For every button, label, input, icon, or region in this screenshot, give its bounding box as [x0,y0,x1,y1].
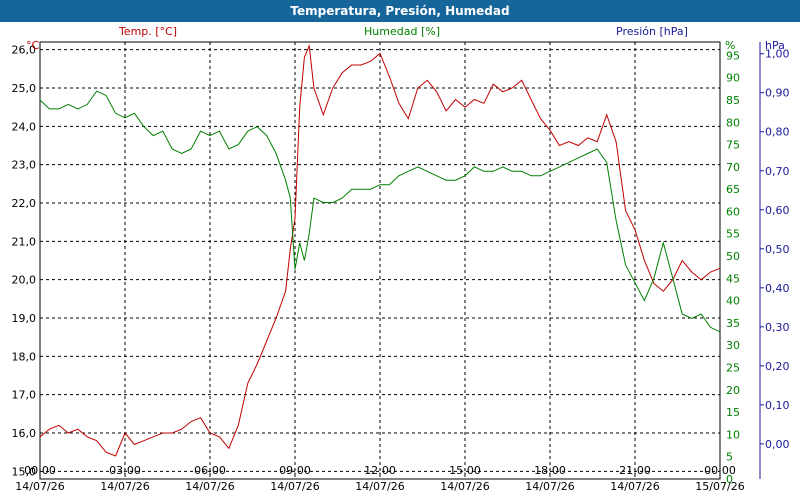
temp-tick-label: 25,0 [12,82,37,95]
legend-hum: Humedad [%] [364,25,440,38]
temp-tick-label: 23,0 [12,159,37,172]
hum-tick-label: 20 [726,384,740,397]
x-tick-date: 14/07/26 [270,480,319,493]
chart: 15,016,017,018,019,020,021,022,023,024,0… [12,25,790,493]
pres-tick-label: 0,70 [765,165,790,178]
pressure-axis: 0,00 0,10 0,20 0,30 0,40 0,50 0,60 0,70 0,80 0,90… [760,48,790,451]
hum-tick-label: 15 [726,406,740,419]
x-tick-date: 14/07/26 [100,480,149,493]
hum-tick-label: 35 [726,317,740,330]
x-tick-date: 14/07/26 [185,480,234,493]
temp-tick-label: 17,0 [12,389,37,402]
temp-tick-label: 24,0 [12,120,37,133]
temp-tick-label: 19,0 [12,312,37,325]
hum-tick-label: 60 [726,205,740,218]
x-tick-date: 14/07/26 [440,480,489,493]
hum-tick-label: 50 [726,250,740,263]
hum-tick-label: 10 [726,428,740,441]
x-tick-time: 18:00 [534,464,566,477]
pres-tick-label: 0,80 [765,126,790,139]
temp-tick-label: 16,0 [12,427,37,440]
hum-tick-label: 25 [726,362,740,375]
x-tick-time: 15:00 [449,464,481,477]
x-tick-time: 12:00 [364,464,396,477]
pres-tick-label: 0,90 [765,87,790,100]
pres-tick-label: 0,10 [765,399,790,412]
temp-tick-label: 18,0 [12,350,37,363]
x-tick-time: 06:00 [194,464,226,477]
temp-axis: 15,016,017,018,019,020,021,022,023,024,0… [12,44,37,479]
hum-tick-label: 80 [726,116,740,129]
hum-tick-label: 70 [726,161,740,174]
temp-tick-label: 20,0 [12,274,37,287]
pres-tick-label: 0,60 [765,204,790,217]
window-title: Temperatura, Presión, Humedad [0,0,800,22]
hum-tick-label: 45 [726,272,740,285]
hum-tick-label: 40 [726,295,740,308]
hum-tick-label: 55 [726,228,740,241]
x-tick-date: 15/07/26 [695,480,744,493]
legend-pres: Presión [hPa] [616,25,688,38]
x-tick-time: 03:00 [109,464,141,477]
x-tick-time: 21:00 [619,464,651,477]
hum-tick-label: 90 [726,72,740,85]
humidity-axis: 05101520253035404550556065707580859095 [726,49,740,486]
hum-tick-label: 65 [726,183,740,196]
pres-tick-label: 0,40 [765,282,790,295]
temp-unit-label: °C [26,39,40,52]
pres-tick-label: 0,50 [765,243,790,256]
x-tick-date: 14/07/26 [355,480,404,493]
hum-unit-label: % [725,39,735,52]
temp-tick-label: 21,0 [12,235,37,248]
x-tick-date: 14/07/26 [525,480,574,493]
temp-tick-label: 22,0 [12,197,37,210]
hum-tick-label: 75 [726,139,740,152]
pres-unit-label: hPa [765,39,785,52]
pres-tick-label: 0,30 [765,321,790,334]
x-tick-time: 09:00 [279,464,311,477]
x-tick-date: 14/07/26 [610,480,659,493]
x-tick-time: 00:00 [24,464,56,477]
hum-tick-label: 30 [726,339,740,352]
hum-tick-label: 5 [726,451,733,464]
pres-tick-label: 0,20 [765,360,790,373]
pres-tick-label: 0,00 [765,438,790,451]
legend-temp: Temp. [°C] [118,25,177,38]
x-tick-date: 14/07/26 [15,480,64,493]
hum-tick-label: 85 [726,94,740,107]
x-tick-time: 00:00 [704,464,736,477]
